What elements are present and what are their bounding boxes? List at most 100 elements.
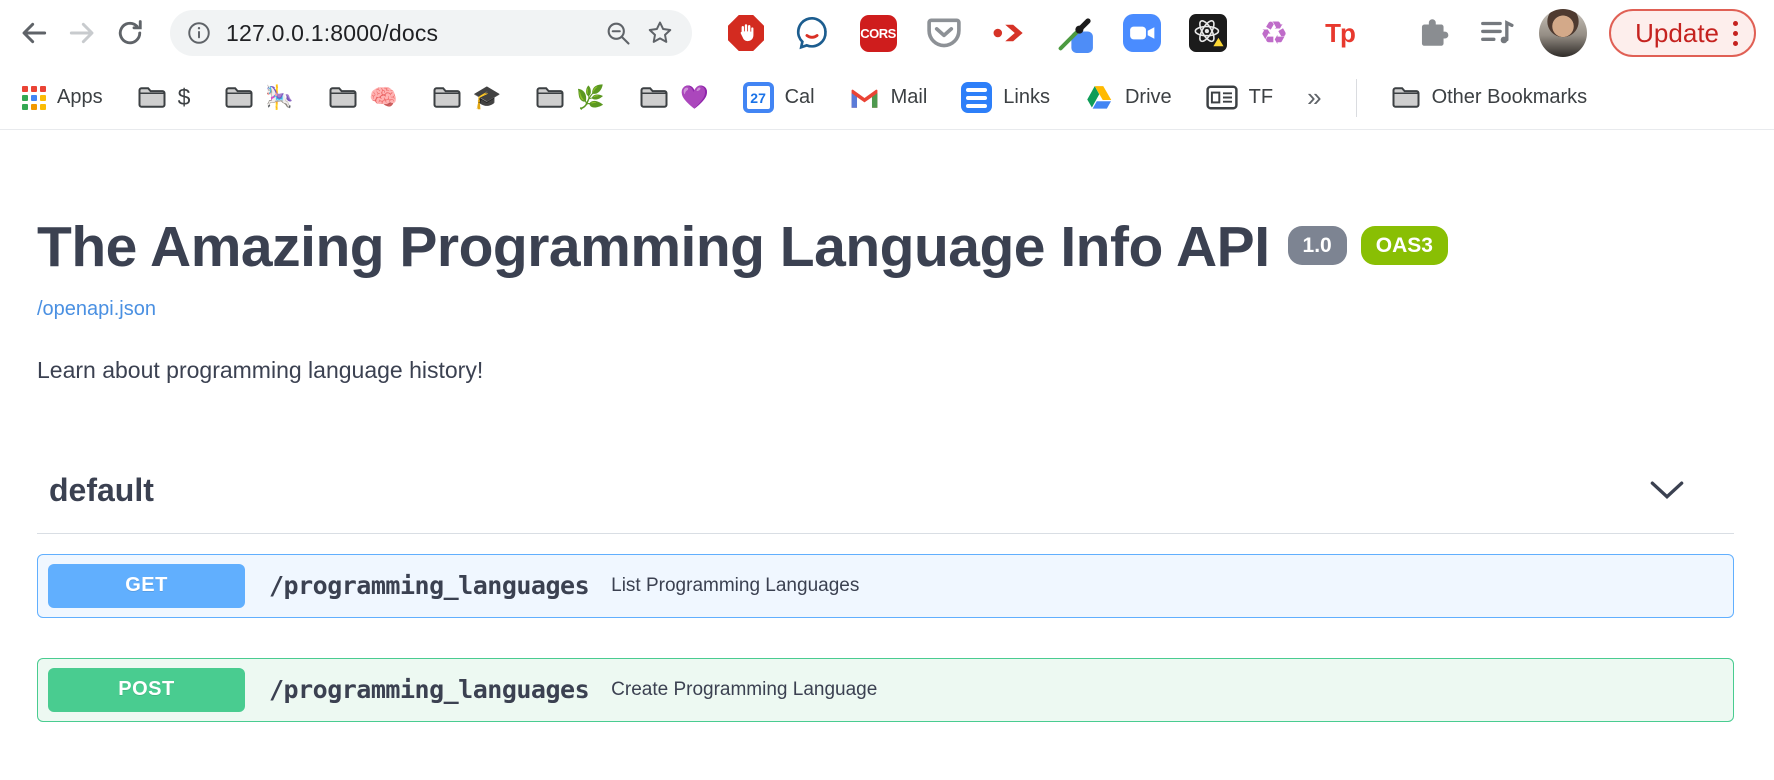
bookmark-folder-heart[interactable]: 💜	[639, 85, 709, 110]
speech-bubble-icon	[793, 14, 831, 52]
method-badge[interactable]: POST	[48, 668, 245, 712]
bookmarks-overflow-chevron[interactable]: »	[1307, 82, 1321, 113]
reload-button[interactable]	[106, 9, 154, 57]
api-badges: 1.0 OAS3	[1288, 226, 1448, 265]
zoom-out-icon[interactable]	[604, 19, 632, 47]
address-bar[interactable]: 127.0.0.1:8000/docs	[170, 10, 692, 56]
bookmark-label: 🧠	[369, 86, 398, 109]
api-title: The Amazing Programming Language Info AP…	[37, 218, 1270, 278]
extensions-menu-button[interactable]	[1415, 13, 1455, 53]
bookmark-star-icon[interactable]	[646, 19, 674, 47]
puzzle-icon	[1417, 15, 1453, 51]
folder-icon	[224, 85, 254, 110]
video-camera-icon	[1123, 14, 1161, 52]
browser-toolbar: 127.0.0.1:8000/docs CORS	[0, 0, 1774, 66]
browser-menu-dots-icon[interactable]	[1733, 21, 1738, 46]
back-icon	[18, 17, 50, 49]
section-name: default	[49, 472, 154, 509]
folder-icon	[639, 85, 669, 110]
calendar-day: 27	[747, 86, 770, 109]
drive-icon	[1084, 84, 1114, 112]
endpoint-summary: Create Programming Language	[611, 679, 877, 701]
bookmark-label: Apps	[57, 86, 103, 109]
bookmark-folder-brain[interactable]: 🧠	[328, 85, 398, 110]
bookmark-folder-carousel[interactable]: 🎠	[224, 85, 294, 110]
bookmark-label: 🌿	[576, 86, 605, 109]
bookmark-mail[interactable]: Mail	[849, 86, 928, 110]
url-text[interactable]: 127.0.0.1:8000/docs	[226, 20, 590, 47]
folder-icon	[535, 85, 565, 110]
endpoint-summary: List Programming Languages	[611, 575, 859, 597]
recycle-extension-icon[interactable]: ♻	[1254, 13, 1294, 53]
openapi-link[interactable]: /openapi.json	[37, 298, 156, 321]
forward-button[interactable]	[58, 9, 106, 57]
pocket-icon	[925, 14, 963, 52]
swagger-page: The Amazing Programming Language Info AP…	[0, 218, 1774, 722]
gmail-icon	[849, 86, 880, 110]
adblock-extension-icon[interactable]	[726, 13, 766, 53]
bookmark-drive[interactable]: Drive	[1084, 84, 1172, 112]
extensions-strip: CORS ♻ Tp	[726, 13, 1360, 53]
cors-extension-icon[interactable]: CORS	[858, 13, 898, 53]
chat-extension-icon[interactable]	[792, 13, 832, 53]
stop-hand-icon	[728, 15, 764, 51]
bookmarks-bar: Apps $ 🎠 🧠 🎓 🌿 💜 27 Cal Mail Links Drive	[0, 66, 1774, 130]
version-badge: 1.0	[1288, 226, 1347, 265]
profile-avatar[interactable]	[1539, 9, 1587, 57]
endpoint-row-post[interactable]: POST /programming_languages Create Progr…	[37, 658, 1734, 722]
chevron-down-icon[interactable]	[1648, 479, 1686, 502]
section-default-header[interactable]: default	[37, 472, 1734, 534]
bookmark-label: Mail	[891, 86, 928, 109]
back-button[interactable]	[10, 9, 58, 57]
eyedropper-icon	[1056, 12, 1096, 54]
bookmark-folder-dollar[interactable]: $	[137, 85, 191, 110]
update-button[interactable]: Update	[1609, 9, 1756, 57]
bookmark-links[interactable]: Links	[961, 82, 1050, 113]
bookmark-label: $	[178, 86, 191, 109]
api-description: Learn about programming language history…	[37, 357, 1734, 384]
bookmark-label: Drive	[1125, 86, 1172, 109]
forward-icon	[66, 17, 98, 49]
reload-icon	[115, 18, 145, 48]
api-title-row: The Amazing Programming Language Info AP…	[37, 218, 1734, 278]
react-devtools-extension-icon[interactable]	[1188, 13, 1228, 53]
folder-icon	[328, 85, 358, 110]
folder-icon	[1391, 85, 1421, 110]
other-bookmarks[interactable]: Other Bookmarks	[1391, 85, 1588, 110]
tp-logo: Tp	[1325, 18, 1355, 49]
update-label: Update	[1635, 18, 1719, 49]
textpander-extension-icon[interactable]: Tp	[1320, 13, 1360, 53]
method-badge[interactable]: GET	[48, 564, 245, 608]
endpoint-path: /programming_languages	[269, 571, 589, 600]
toolbar-right-cluster: Update	[1415, 9, 1756, 57]
folder-icon	[137, 85, 167, 110]
oas-badge: OAS3	[1361, 226, 1448, 265]
bookmark-calendar[interactable]: 27 Cal	[743, 82, 815, 113]
bookmark-label: Cal	[785, 86, 815, 109]
bookmark-label: Other Bookmarks	[1432, 86, 1588, 109]
zoom-extension-icon[interactable]	[1122, 13, 1162, 53]
bookmark-apps[interactable]: Apps	[22, 86, 103, 110]
pocket-extension-icon[interactable]	[924, 13, 964, 53]
color-picker-extension-icon[interactable]	[1056, 13, 1096, 53]
bookmark-tf[interactable]: TF	[1206, 85, 1273, 110]
endpoint-path: /programming_languages	[269, 675, 589, 704]
endpoint-row-get[interactable]: GET /programming_languages List Programm…	[37, 554, 1734, 618]
tf-card-icon	[1206, 85, 1238, 110]
bookmark-folder-herb[interactable]: 🌿	[535, 85, 605, 110]
calendar-icon: 27	[743, 82, 774, 113]
media-playlist-button[interactable]	[1477, 13, 1517, 53]
react-atom-icon	[1189, 14, 1227, 52]
playlist-music-icon	[1478, 14, 1516, 52]
bookmark-folder-graduation[interactable]: 🎓	[432, 85, 502, 110]
cors-badge: CORS	[860, 15, 897, 52]
site-info-icon[interactable]	[186, 20, 212, 46]
links-icon	[961, 82, 992, 113]
recycle-icon: ♻	[1260, 17, 1289, 49]
red-arrow-icon	[991, 14, 1029, 52]
bookmark-label: 🎠	[265, 86, 294, 109]
bookmark-label: 💜	[680, 86, 709, 109]
share-arrow-extension-icon[interactable]	[990, 13, 1030, 53]
bookmark-label: 🎓	[473, 86, 502, 109]
apps-grid-icon	[22, 86, 46, 110]
